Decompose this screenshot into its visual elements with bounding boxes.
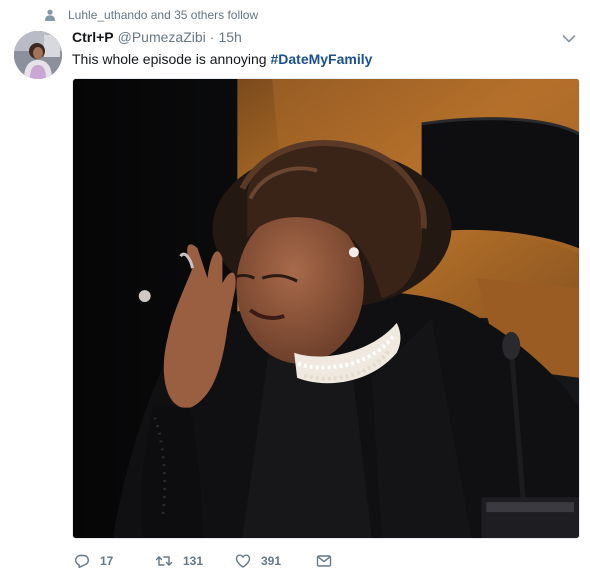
chevron-down-icon[interactable] (562, 34, 576, 44)
direct-message-icon (316, 555, 332, 567)
tweet-text: This whole episode is annoying #DateMyFa… (72, 50, 372, 68)
tweet-text-body: This whole episode is annoying (72, 51, 271, 67)
reply-count: 17 (100, 554, 114, 568)
social-context: Luhle_uthando and 35 others follow (45, 6, 259, 24)
reply-icon (75, 554, 89, 568)
separator-dot: · (209, 29, 215, 45)
timestamp[interactable]: 15h (218, 29, 241, 45)
tweet-photo[interactable] (72, 78, 580, 539)
photo-image (73, 79, 579, 538)
hashtag-link[interactable]: #DateMyFamily (270, 51, 372, 67)
retweet-count: 131 (183, 554, 204, 568)
display-name[interactable]: Ctrl+P (72, 29, 114, 45)
retweet-icon (155, 556, 173, 566)
person-icon (45, 9, 55, 21)
social-context-text: Luhle_uthando and 35 others follow (68, 8, 259, 22)
tweet-header: Ctrl+P @PumezaZibi · 15h (72, 29, 242, 49)
direct-message-button[interactable] (316, 551, 332, 571)
user-handle[interactable]: @PumezaZibi (118, 29, 206, 45)
reply-button[interactable]: 17 (74, 551, 113, 571)
retweet-button[interactable]: 131 (155, 551, 203, 571)
like-button[interactable]: 391 (235, 551, 281, 571)
heart-icon (235, 554, 251, 568)
tweet-actions: 17 131 391 (74, 551, 374, 571)
like-count: 391 (261, 554, 282, 568)
avatar[interactable] (14, 31, 62, 79)
